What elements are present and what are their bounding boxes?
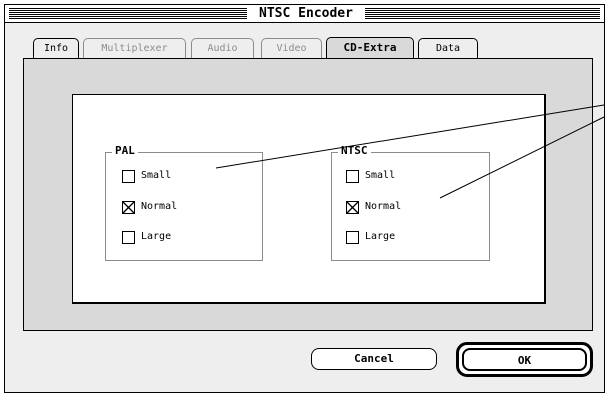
callout-line-pal	[215, 104, 605, 169]
callout-lines	[215, 104, 605, 199]
tab-cd-extra[interactable]: CD-Extra	[326, 37, 414, 58]
callout-line-ntsc	[439, 116, 605, 199]
